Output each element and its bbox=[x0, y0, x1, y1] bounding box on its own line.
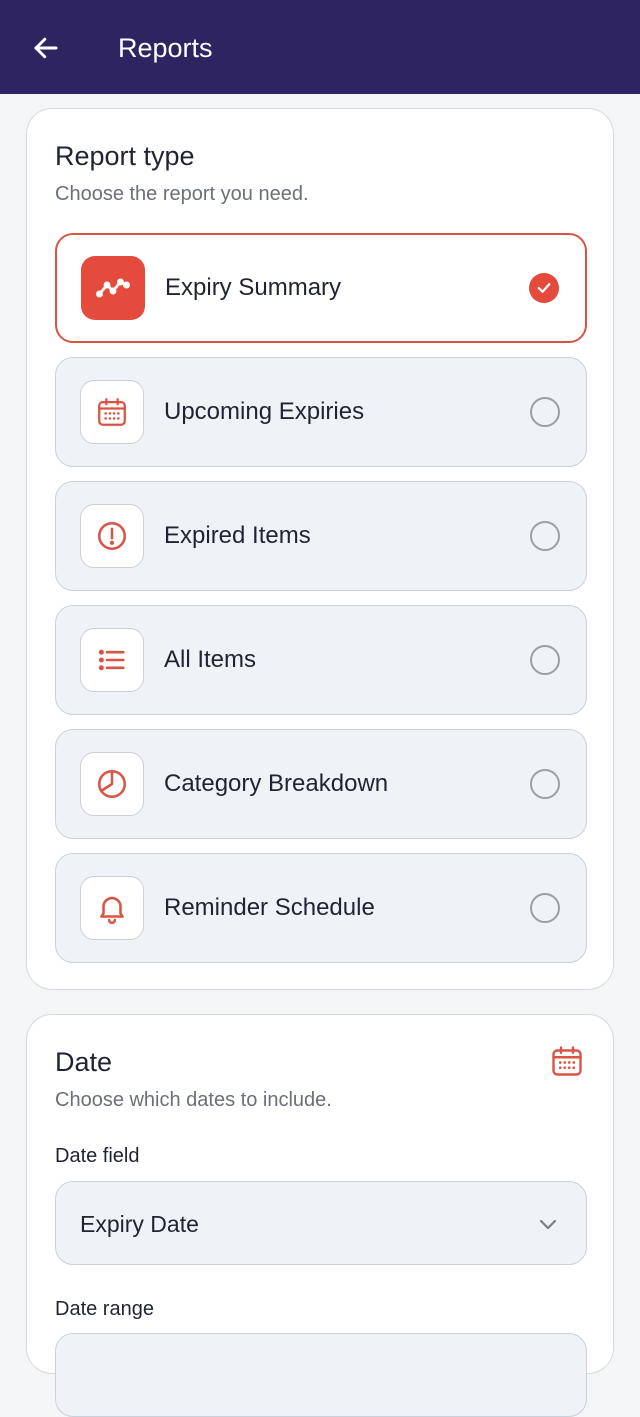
report-option-label: Category Breakdown bbox=[164, 770, 389, 797]
report-option-reminder-schedule[interactable]: Reminder Schedule bbox=[55, 853, 587, 963]
date-range-select[interactable] bbox=[55, 1333, 587, 1417]
radio-button[interactable] bbox=[530, 769, 560, 799]
alert-circle-icon bbox=[97, 521, 127, 551]
report-option-label: All Items bbox=[164, 646, 257, 673]
date-range-label: Date range bbox=[55, 1298, 154, 1320]
report-option-label: Reminder Schedule bbox=[164, 894, 375, 921]
calendar-icon bbox=[552, 1046, 582, 1076]
arrow-left-icon bbox=[34, 37, 58, 59]
page-title: Reports bbox=[118, 33, 213, 63]
radio-button[interactable] bbox=[530, 893, 560, 923]
report-option-label: Upcoming Expiries bbox=[164, 398, 365, 425]
report-option-label: Expiry Summary bbox=[165, 274, 342, 301]
report-option-expired-items[interactable]: Expired Items bbox=[55, 481, 587, 591]
trend-line-icon-tile bbox=[81, 256, 145, 320]
app-bar: Reports bbox=[0, 0, 640, 94]
bell-icon-tile bbox=[80, 876, 144, 940]
report-option-upcoming-expiries[interactable]: Upcoming Expiries bbox=[55, 357, 587, 467]
alert-circle-icon-tile bbox=[80, 504, 144, 568]
date-field-label: Date field bbox=[55, 1145, 140, 1167]
pie-chart-icon bbox=[97, 769, 127, 799]
list-icon-tile bbox=[80, 628, 144, 692]
report-option-expiry-summary[interactable]: Expiry Summary bbox=[55, 233, 587, 343]
bell-icon bbox=[100, 896, 124, 925]
chevron-down-icon bbox=[539, 1219, 557, 1230]
report-type-card: Report type Choose the report you need. … bbox=[26, 108, 614, 990]
report-option-all-items[interactable]: All Items bbox=[55, 605, 587, 715]
report-option-label: Expired Items bbox=[164, 522, 311, 549]
date-field-select[interactable]: Expiry Date bbox=[55, 1181, 587, 1265]
report-type-subtitle: Choose the report you need. bbox=[55, 183, 309, 205]
report-type-title: Report type bbox=[55, 141, 195, 171]
date-title: Date bbox=[55, 1047, 113, 1077]
list-icon bbox=[98, 649, 125, 671]
radio-button[interactable] bbox=[530, 645, 560, 675]
trend-line-icon bbox=[96, 278, 130, 298]
selected-check-icon bbox=[529, 273, 559, 303]
calendar-icon bbox=[98, 398, 126, 426]
report-option-category-breakdown[interactable]: Category Breakdown bbox=[55, 729, 587, 839]
date-card: Date Choose which dates to include. Date… bbox=[26, 1014, 614, 1417]
date-subtitle: Choose which dates to include. bbox=[55, 1089, 332, 1111]
back-button[interactable] bbox=[26, 28, 66, 68]
radio-button[interactable] bbox=[530, 521, 560, 551]
pie-chart-icon-tile bbox=[80, 752, 144, 816]
radio-button[interactable] bbox=[530, 397, 560, 427]
date-field-value: Expiry Date bbox=[80, 1211, 199, 1237]
calendar-icon-tile bbox=[80, 380, 144, 444]
